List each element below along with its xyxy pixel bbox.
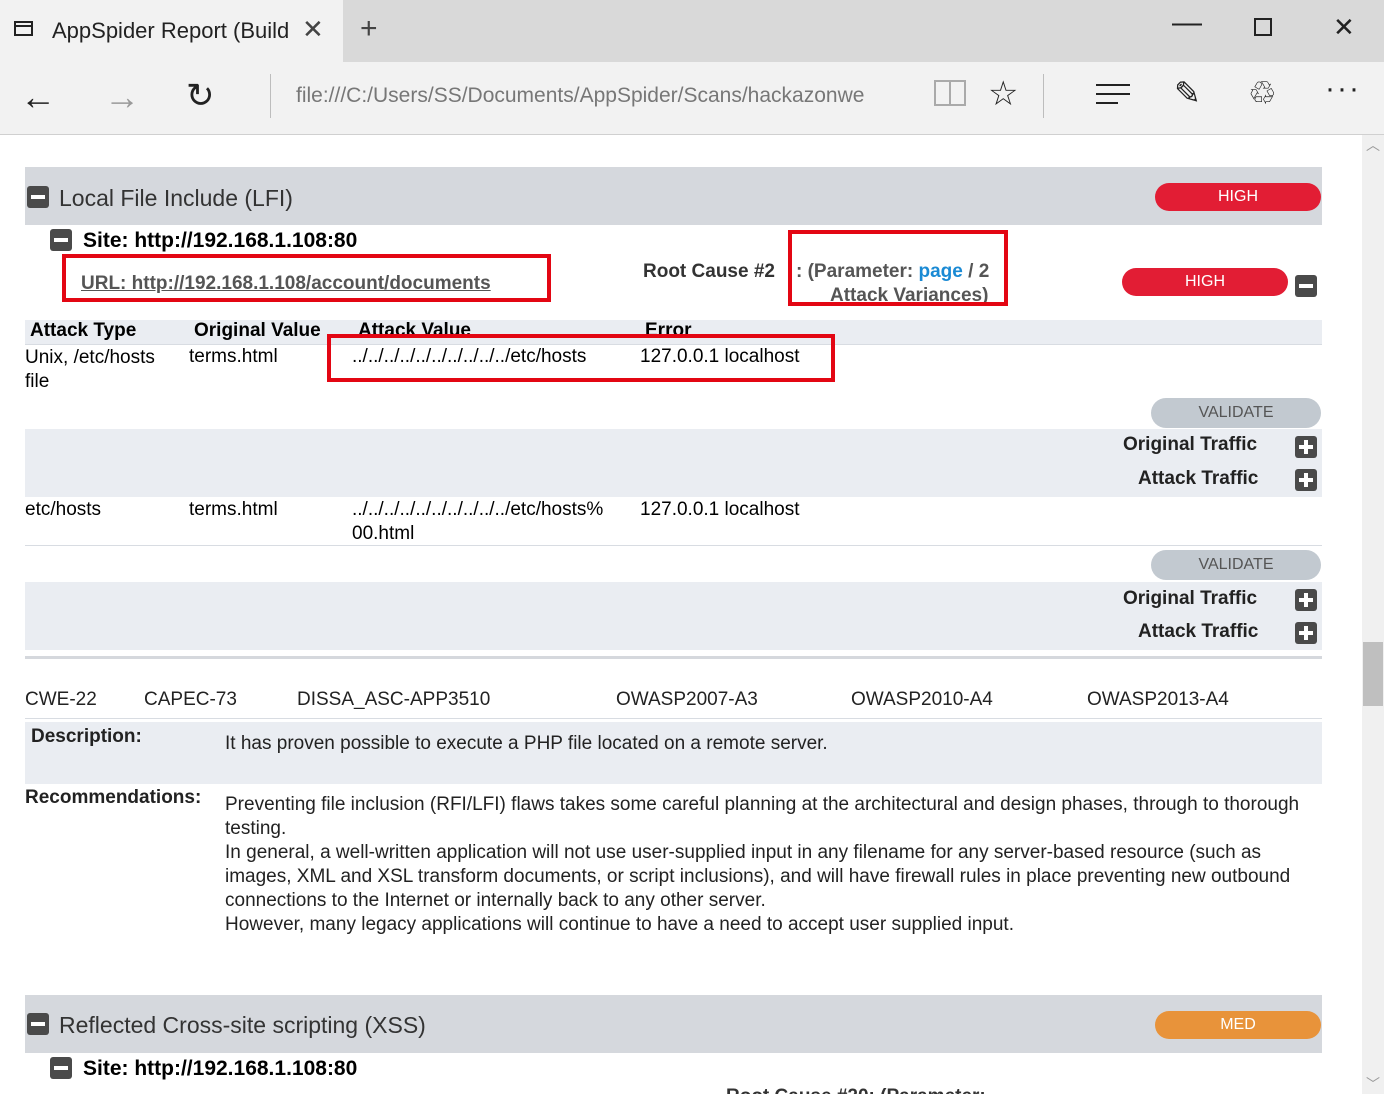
validate-button[interactable]: VALIDATE <box>1151 550 1321 580</box>
address-field[interactable]: file:///C:/Users/SS/Documents/AppSpider/… <box>296 84 864 108</box>
new-tab-icon[interactable]: + <box>360 12 378 46</box>
vertical-scrollbar[interactable] <box>1362 135 1384 1094</box>
reference-owasp2013: OWASP2013-A4 <box>1087 689 1229 710</box>
hub-icon[interactable] <box>1096 84 1130 104</box>
attack-traffic-label[interactable]: Attack Traffic <box>1138 621 1258 643</box>
minimize-icon[interactable]: — <box>1172 6 1202 40</box>
highlight-box <box>62 254 551 302</box>
collapse-icon[interactable] <box>27 1013 49 1035</box>
severity-badge: HIGH <box>1155 183 1321 211</box>
description-label: Description: <box>31 726 142 747</box>
original-traffic-label[interactable]: Original Traffic <box>1123 588 1257 610</box>
collapse-icon[interactable] <box>50 229 72 251</box>
favorite-star-icon[interactable]: ☆ <box>988 74 1018 114</box>
scroll-up-icon[interactable]: ︿ <box>1366 135 1380 155</box>
tab-title: AppSpider Report (Build <box>52 18 290 43</box>
reference-owasp2010: OWASP2010-A4 <box>851 689 993 710</box>
expand-icon[interactable] <box>1295 589 1317 611</box>
reading-view-icon[interactable] <box>934 80 966 106</box>
toolbar-divider <box>1043 74 1044 118</box>
site-label: Site: http://192.168.1.108:80 <box>83 229 358 252</box>
description-text: It has proven possible to execute a PHP … <box>225 733 828 754</box>
browser-tab[interactable]: AppSpider Report (Build ✕ <box>0 0 343 62</box>
expand-icon[interactable] <box>1295 622 1317 644</box>
cell-original-value: terms.html <box>189 346 278 367</box>
divider <box>25 656 1322 659</box>
root-cause-label: Root Cause #2 <box>643 261 775 282</box>
reference-capec: CAPEC-73 <box>144 689 237 710</box>
recommendation-paragraph: In general, a well-written application w… <box>225 842 1291 911</box>
divider <box>25 718 1322 719</box>
refresh-icon[interactable]: ↻ <box>186 76 215 116</box>
severity-badge: MED <box>1155 1011 1321 1039</box>
scroll-down-icon[interactable]: ﹀ <box>1366 1074 1380 1094</box>
more-icon[interactable]: ··· <box>1325 72 1361 106</box>
attack-traffic-label[interactable]: Attack Traffic <box>1138 468 1258 490</box>
recommendation-paragraph: Preventing file inclusion (RFI/LFI) flaw… <box>225 794 1300 839</box>
maximize-icon[interactable] <box>1254 18 1272 36</box>
reference-owasp2007: OWASP2007-A3 <box>616 689 758 710</box>
original-traffic-label[interactable]: Original Traffic <box>1123 434 1257 456</box>
cell-attack-value: ../../../../../../../../../../etc/hosts%… <box>352 499 604 544</box>
toolbar-divider <box>270 74 271 118</box>
cell-original-value: terms.html <box>189 499 278 520</box>
reference-dissa: DISSA_ASC-APP3510 <box>297 689 491 710</box>
column-header: Original Value <box>194 320 321 341</box>
collapse-icon[interactable] <box>1295 275 1317 297</box>
share-icon[interactable]: ♲ <box>1248 74 1277 112</box>
window-close-icon[interactable]: ✕ <box>1333 12 1355 43</box>
collapse-icon[interactable] <box>27 186 49 208</box>
reference-cwe: CWE-22 <box>25 689 97 710</box>
address-toolbar: ← → ↻ file:///C:/Users/SS/Documents/AppS… <box>0 62 1384 135</box>
root-cause-clip: Root Cause #20: (Parameter: <box>726 1086 1026 1094</box>
collapse-icon[interactable] <box>50 1057 72 1079</box>
cell-attack-type: etc/hosts <box>25 499 102 520</box>
root-cause-label: Root Cause #20: (Parameter: <box>726 1086 986 1094</box>
close-tab-icon[interactable]: ✕ <box>302 14 324 45</box>
root-cause-severity-badge: HIGH <box>1122 268 1288 296</box>
divider <box>25 545 1322 546</box>
recommendation-paragraph: However, many legacy applications will c… <box>225 914 1014 935</box>
recommendations-label: Recommendations: <box>25 787 202 808</box>
highlight-box <box>788 230 1008 306</box>
web-note-icon[interactable]: ✎ <box>1174 74 1201 112</box>
cell-attack-type: Unix, /etc/hosts file <box>25 347 155 392</box>
cell-error: 127.0.0.1 localhost <box>640 499 800 520</box>
page-icon <box>14 21 33 36</box>
expand-icon[interactable] <box>1295 469 1317 491</box>
site-label: Site: http://192.168.1.108:80 <box>83 1057 358 1080</box>
expand-icon[interactable] <box>1295 436 1317 458</box>
forward-arrow-icon[interactable]: → <box>104 76 140 118</box>
vulnerability-title: Local File Include (LFI) <box>59 185 293 211</box>
scroll-thumb[interactable] <box>1363 642 1383 706</box>
back-arrow-icon[interactable]: ← <box>20 76 56 118</box>
column-header: Attack Type <box>30 320 137 341</box>
validate-button[interactable]: VALIDATE <box>1151 398 1321 428</box>
recommendations-text: Preventing file inclusion (RFI/LFI) flaw… <box>225 793 1320 937</box>
vulnerability-title: Reflected Cross-site scripting (XSS) <box>59 1012 426 1038</box>
highlight-box <box>327 334 835 382</box>
